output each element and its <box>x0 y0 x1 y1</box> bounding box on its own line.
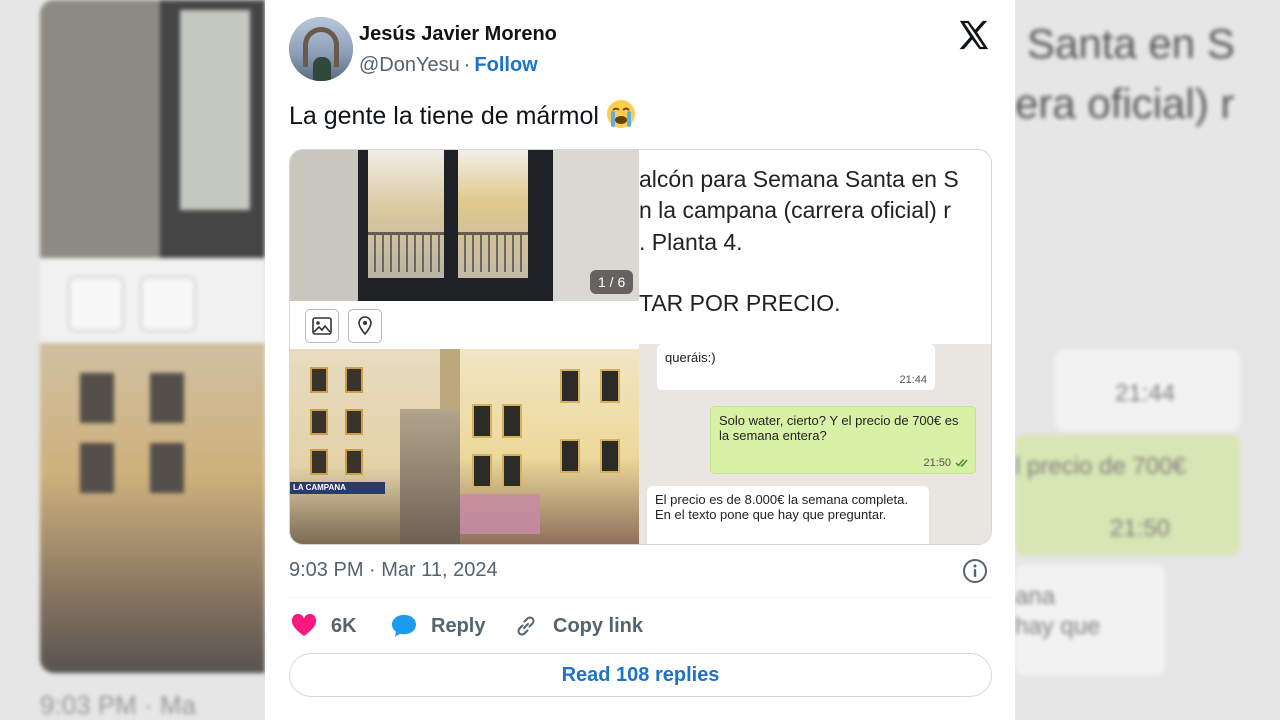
background-text-line: era oficial) r <box>1015 80 1235 127</box>
chat-bubble-received: El precio es de 8.000€ la semana complet… <box>647 486 929 544</box>
author-name[interactable]: Jesús Javier Moreno <box>359 23 557 46</box>
background-left-media: 9:03 PM · Ma <box>40 0 265 720</box>
copy-link-button[interactable]: Copy link <box>513 610 643 642</box>
author-handle-row: @DonYesu · Follow <box>359 54 538 77</box>
x-logo-icon[interactable] <box>957 18 991 52</box>
heart-icon <box>291 614 317 636</box>
divider <box>289 597 992 598</box>
background-right-media: Santa en S era oficial) r 21:44 l precio… <box>1015 0 1280 720</box>
info-icon[interactable] <box>962 558 988 584</box>
separator-dot: · <box>463 54 471 76</box>
media-text-image[interactable]: alcón para Semana Santa en S n la campan… <box>639 150 991 344</box>
speech-bubble-icon <box>392 615 416 637</box>
media-text-line: alcón para Semana Santa en S <box>639 166 959 192</box>
media-text-line: n la campana (carrera oficial) r <box>639 197 951 223</box>
media-icon-bar <box>290 301 639 349</box>
media-text-line: TAR POR PRECIO. <box>639 290 841 316</box>
chat-bubble-sent: Solo water, cierto? Y el precio de 700€ … <box>710 406 976 474</box>
tweet-text-row: La gente la tiene de mármol <box>289 98 637 131</box>
reply-label: Reply <box>431 614 486 637</box>
media-photo-street[interactable]: LA CAMPANA <box>290 349 639 544</box>
location-pin-icon[interactable] <box>348 309 382 343</box>
copy-link-label: Copy link <box>553 614 644 637</box>
background-chat-bubble-green: l precio de 700€ 21:50 <box>1015 435 1240 555</box>
link-icon <box>517 616 535 636</box>
tweet-media-grid[interactable]: 1 / 6 alcón para Semana Santa en S n la … <box>289 149 992 545</box>
double-check-icon <box>955 459 968 467</box>
media-text-line: . Planta 4. <box>639 229 743 255</box>
tweet-actions: 6K Reply Copy link <box>289 610 992 642</box>
author-handle[interactable]: @DonYesu <box>359 54 460 76</box>
image-icon[interactable] <box>305 309 339 343</box>
background-text-line: Santa en S <box>1027 20 1235 67</box>
follow-button[interactable]: Follow <box>474 54 537 76</box>
background-icon-bar <box>40 258 265 343</box>
media-counter: 1 / 6 <box>590 270 634 294</box>
background-chat-bubble: 21:44 <box>1055 350 1240 430</box>
media-photo-window[interactable]: 1 / 6 <box>290 150 639 301</box>
read-replies-button[interactable]: Read 108 replies <box>289 653 992 697</box>
background-chat-bubble: ana hay que <box>1015 565 1165 675</box>
like-button[interactable]: 6K <box>291 610 357 642</box>
tweet-text: La gente la tiene de mármol <box>289 102 599 130</box>
reply-button[interactable]: Reply <box>391 610 485 642</box>
like-count: 6K <box>331 614 357 637</box>
tweet-timestamp[interactable]: 9:03 PM · Mar 11, 2024 <box>289 559 498 582</box>
background-timestamp: 9:03 PM · Ma <box>40 690 197 720</box>
media-chat-screenshot[interactable]: queráis:) 21:44 Solo water, cierto? Y el… <box>639 344 991 544</box>
tweet-card: Jesús Javier Moreno @DonYesu · Follow La g… <box>265 0 1015 720</box>
background-photo-street <box>40 343 265 673</box>
crying-face-icon <box>606 100 635 128</box>
chat-bubble-received: queráis:) 21:44 <box>657 344 935 390</box>
avatar[interactable] <box>289 17 353 81</box>
background-photo-window <box>40 0 265 258</box>
street-sign: LA CAMPANA <box>290 482 385 494</box>
